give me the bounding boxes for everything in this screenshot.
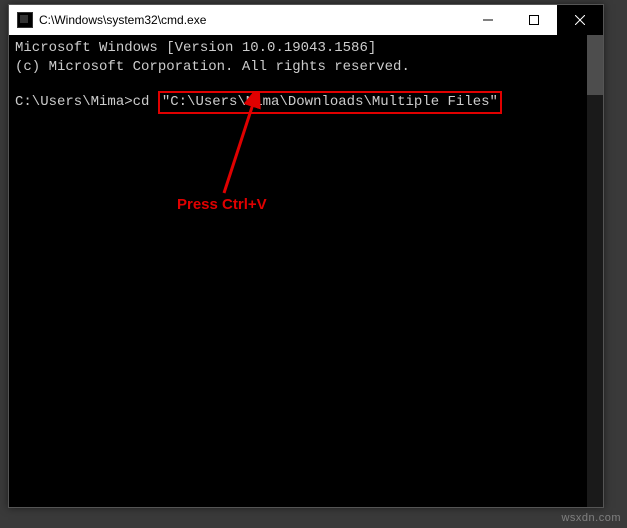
scrollbar-thumb[interactable] — [587, 35, 603, 95]
prompt-line: C:\Users\Mima>cd "C:\Users\Mima\Download… — [15, 91, 597, 114]
cmd-window: C:\Windows\system32\cmd.exe Microsoft Wi… — [8, 4, 604, 508]
window-title: C:\Windows\system32\cmd.exe — [39, 13, 206, 27]
watermark-text: wsxdn.com — [561, 512, 621, 524]
prompt-text: C:\Users\Mima> — [15, 93, 133, 112]
output-line: Microsoft Windows [Version 10.0.19043.15… — [15, 39, 597, 58]
close-button[interactable] — [557, 5, 603, 35]
cmd-icon — [17, 12, 33, 28]
command-cd: cd — [133, 93, 158, 112]
terminal-area[interactable]: Microsoft Windows [Version 10.0.19043.15… — [9, 35, 603, 507]
minimize-button[interactable] — [465, 5, 511, 35]
output-line: (c) Microsoft Corporation. All rights re… — [15, 58, 597, 77]
highlighted-path: "C:\Users\Mima\Downloads\Multiple Files" — [158, 91, 502, 114]
annotation-hint-label: Press Ctrl+V — [177, 195, 267, 215]
vertical-scrollbar[interactable] — [587, 35, 603, 507]
window-controls — [465, 5, 603, 35]
maximize-button[interactable] — [511, 5, 557, 35]
titlebar[interactable]: C:\Windows\system32\cmd.exe — [9, 5, 603, 35]
